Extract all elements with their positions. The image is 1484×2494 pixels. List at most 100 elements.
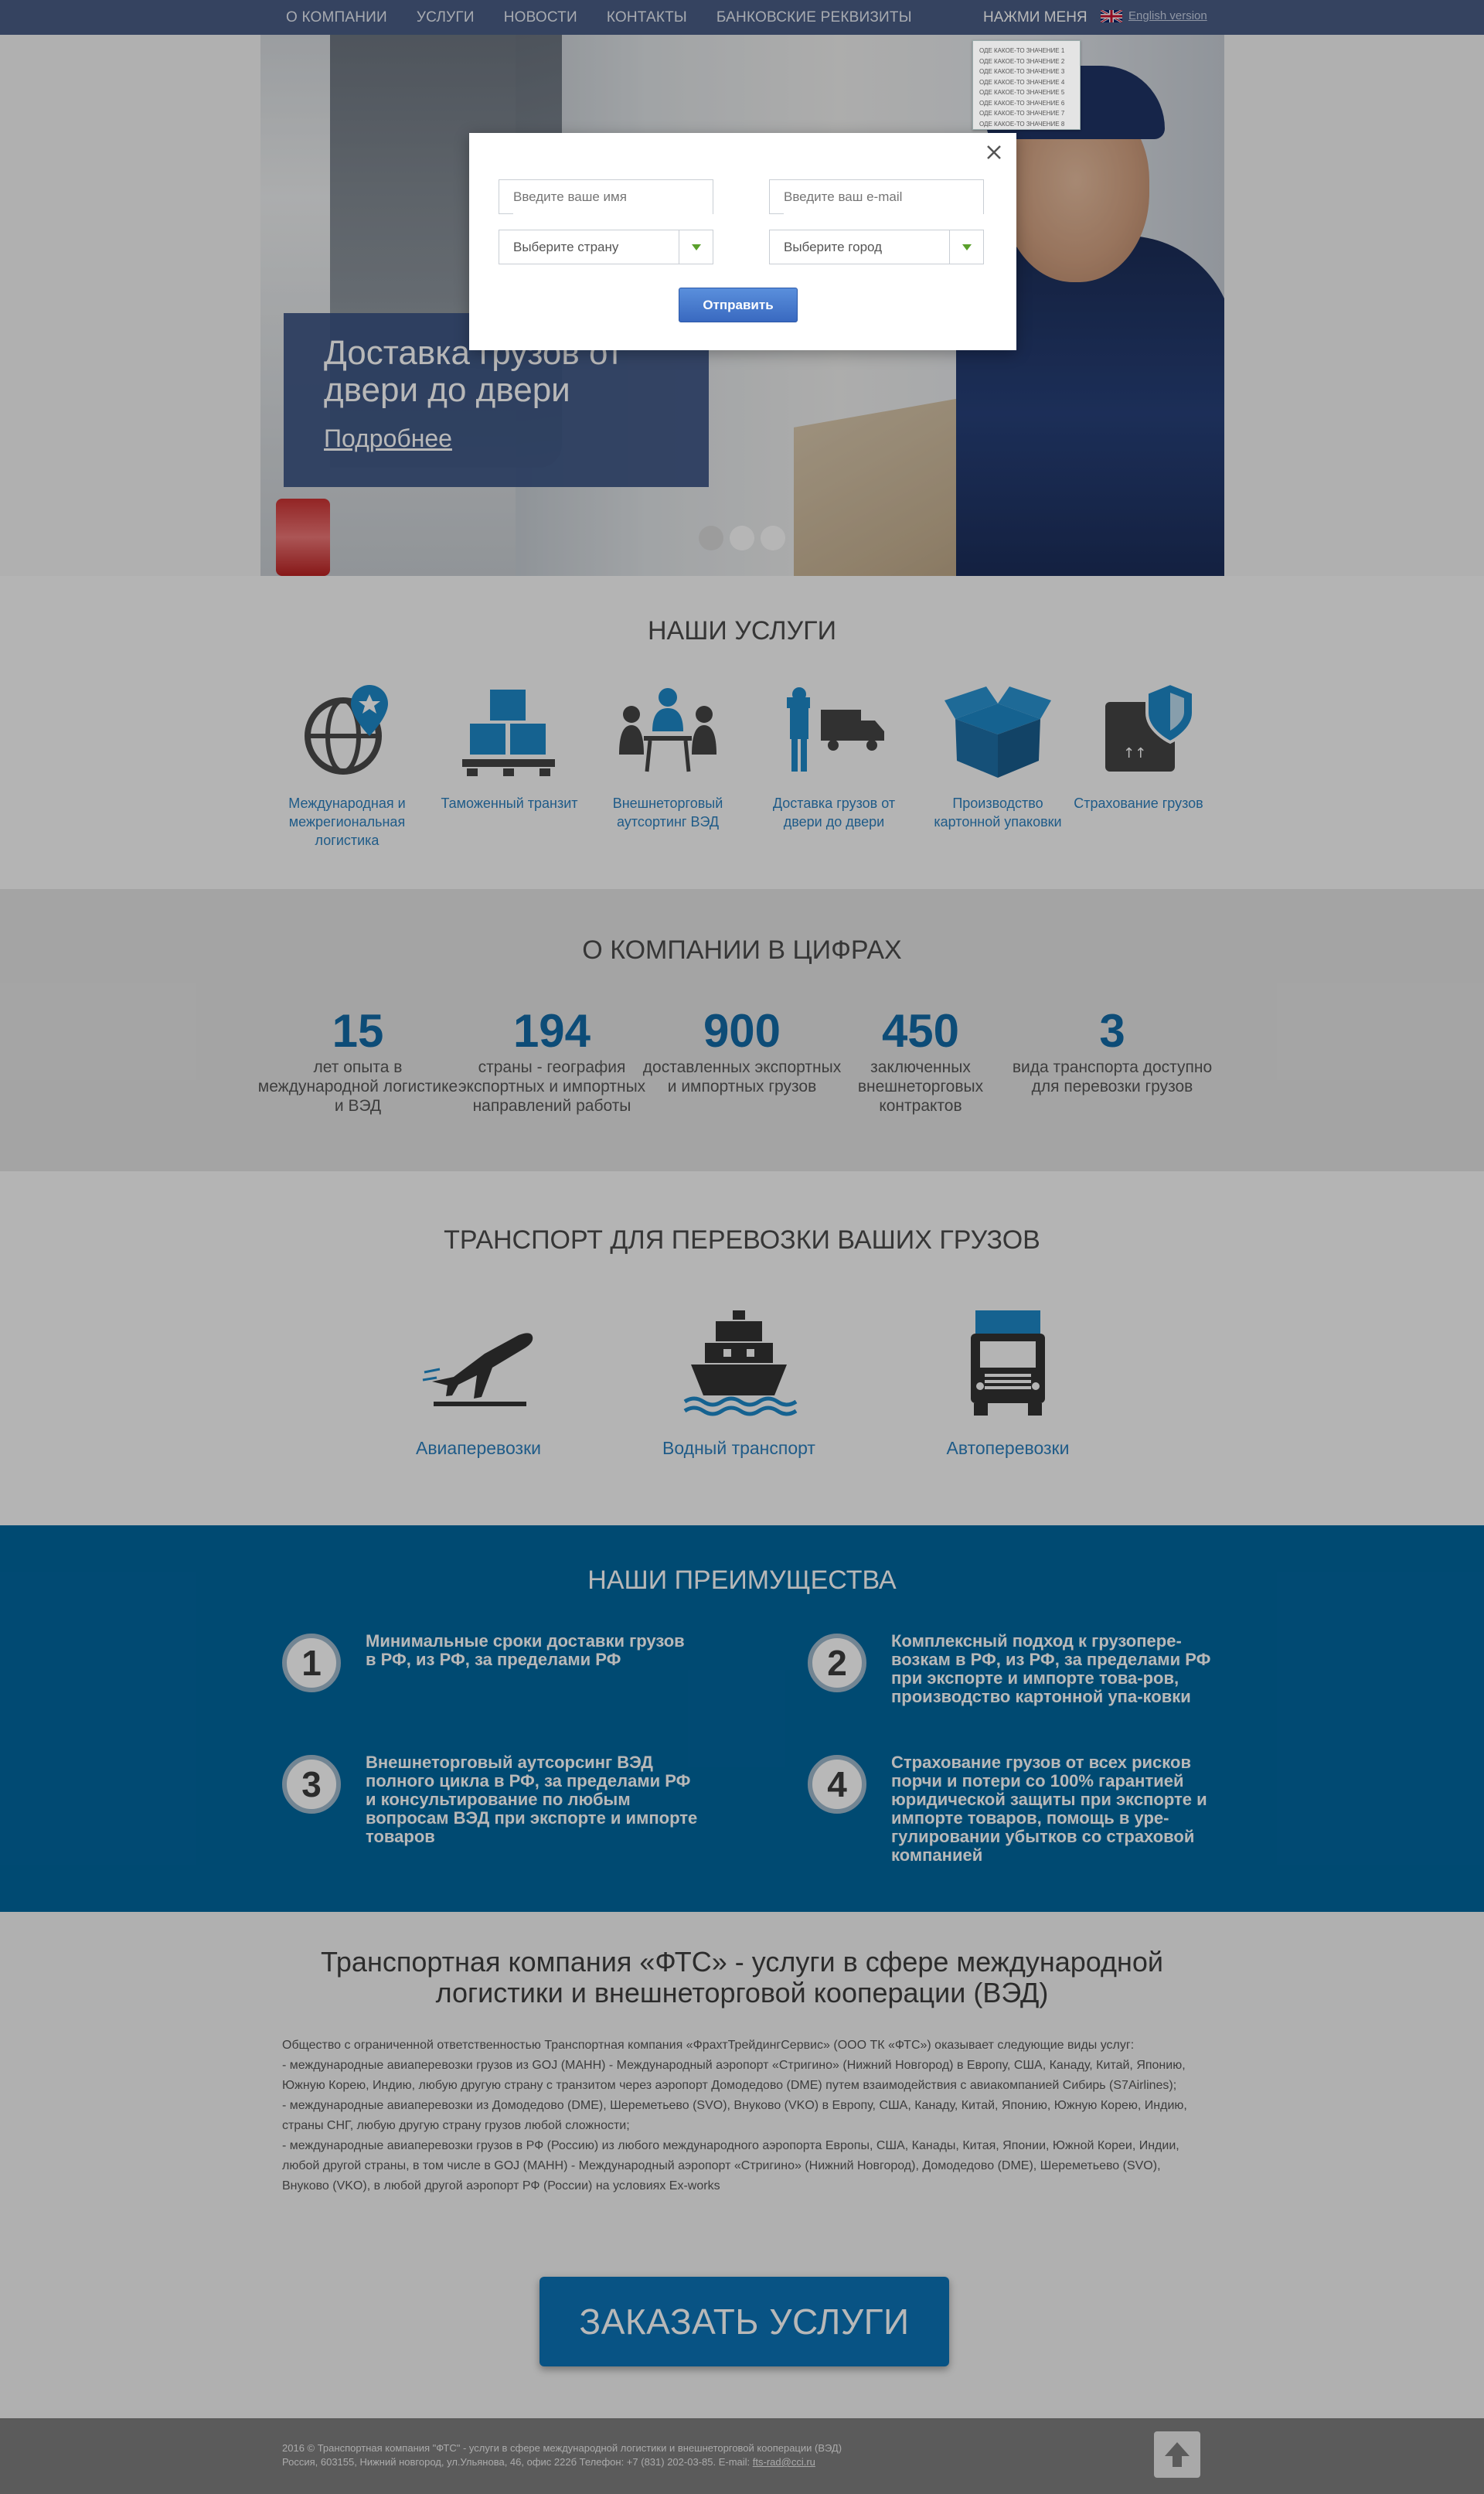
transport-item-road[interactable]: Автоперевозки [892,1310,1124,1459]
advantage-number: 1 [282,1634,341,1692]
services-title: НАШИ УСЛУГИ [647,616,837,646]
advantages-title: НАШИ ПРЕИМУЩЕСТВА [587,1566,897,1595]
stat-number: 194 [512,1005,591,1057]
service-item[interactable]: Международная и межрегиональная логистик… [270,680,424,850]
name-input[interactable] [513,180,713,214]
slider-dot-2[interactable] [730,526,754,550]
stat-number: 15 [332,1005,384,1057]
plane-icon [422,1333,533,1406]
submit-button[interactable]: Отправить [679,288,798,322]
city-select[interactable]: Выберите город [769,230,984,264]
dropdown-item[interactable]: ОДЕ КАКОЕ-ТО ЗНАЧЕНИЕ 6 [979,98,1074,109]
slider-dots [699,526,791,550]
transport-label: Авиаперевозки [416,1438,541,1458]
svg-text:↑↑: ↑↑ [1123,745,1146,761]
service-label: Страхование грузов [1074,796,1203,811]
stat-text: вида транспорта доступно для перевозки г… [1012,1058,1213,1095]
about-paragraph: - международные авиаперевозки из Домодед… [282,2099,1187,2132]
stat-number: 450 [881,1005,960,1057]
service-label: Таможенный транзит [441,796,578,811]
close-icon[interactable] [984,142,1004,162]
service-label: Доставка грузов от двери до двери [772,796,896,830]
advantage-number: 4 [808,1755,866,1814]
transport-section: ТРАНСПОРТ ДЛЯ ПЕРЕВОЗКИ ВАШИХ ГРУЗОВ Ави… [0,1171,1484,1525]
dropdown-item[interactable]: ОДЕ КАКОЕ-ТО ЗНАЧЕНИЕ 5 [979,87,1074,98]
service-item[interactable]: Внешнеторговый аутсортинг ВЭД [591,680,745,831]
service-label: Внешнеторговый аутсортинг ВЭД [612,796,723,830]
service-item[interactable]: Таможенный транзит [432,680,587,813]
order-services-button[interactable]: ЗАКАЗАТЬ УСЛУГИ [539,2277,949,2366]
meeting-icon [619,688,716,772]
email-input[interactable] [784,180,983,214]
boxes-pallet-icon [462,690,555,776]
transport-title: ТРАНСПОРТ ДЛЯ ПЕРЕВОЗКИ ВАШИХ ГРУЗОВ [444,1225,1040,1255]
dropdown-item[interactable]: ОДЕ КАКОЕ-ТО ЗНАЧЕНИЕ 4 [979,77,1074,88]
dropdown-item[interactable]: ОДЕ КАКОЕ-ТО ЗНАЧЕНИЕ 3 [979,66,1074,77]
transport-item-water[interactable]: Водный транспорт [623,1310,855,1459]
stat-item: 194 страны - география экспортных и импо… [448,1005,656,1116]
advantage-number: 2 [808,1634,866,1692]
stats-title: О КОМПАНИИ В ЦИФРАХ [582,935,902,965]
chevron-down-icon[interactable] [679,230,713,264]
english-version-link[interactable]: English version [1101,9,1207,22]
about-section: Транспортная компания «ФТС» - услуги в с… [0,1912,1484,2418]
advantage-text: Минимальные сроки доставки грузов в РФ, … [366,1631,685,1669]
about-paragraph: Общество с ограниченной ответственностью… [282,2039,1135,2052]
service-item[interactable]: Доставка грузов от двери до двери [757,680,911,831]
truck-icon [971,1310,1045,1416]
email-field [769,179,984,214]
hero-more-link[interactable]: Подробнее [324,424,452,453]
footer-address-text: Россия, 603155, Нижний новгород, ул.Улья… [282,2456,751,2468]
shield-box-icon: ↑↑ [1105,681,1195,772]
globe-pin-icon [305,685,388,775]
stat-item: 3 вида транспорта доступно для перевозки… [1008,1005,1217,1096]
city-select-value: Выберите город [784,240,883,254]
stat-text: заключенных внешнеторговых контрактов [857,1058,984,1115]
dropdown-item[interactable]: ОДЕ КАКОЕ-ТО ЗНАЧЕНИЕ 7 [979,108,1074,119]
slider-dot-3[interactable] [761,526,785,550]
nav-item-contacts[interactable]: Контакты [607,9,687,26]
stat-number: 900 [703,1005,781,1057]
dropdown-item[interactable]: ОДЕ КАКОЕ-ТО ЗНАЧЕНИЕ 1 [979,46,1074,56]
english-version-label: English version [1128,9,1207,22]
stat-text: лет опыта в международной логистике и ВЭ… [257,1058,458,1115]
service-label: Производство картонной упаковки [934,796,1062,830]
nav-item-services[interactable]: Услуги [417,9,475,26]
open-box-icon [945,687,1051,778]
name-field [499,179,713,214]
press-me-button[interactable]: НАЖМИ МЕНЯ [983,0,1087,35]
service-item[interactable]: Производство картонной упаковки [921,680,1075,831]
country-select[interactable]: Выберите страну [499,230,713,264]
service-item[interactable]: ↑↑ Страхование грузов [1061,680,1216,813]
dropdown-item[interactable]: ОДЕ КАКОЕ-ТО ЗНАЧЕНИЕ 2 [979,56,1074,67]
about-paragraph: - международные авиаперевозки грузов из … [282,2059,1186,2092]
footer-info: 2016 © Транспортная компания "ФТС" - усл… [282,2441,842,2469]
contact-modal: Выберите страну Выберите город Отправить [469,133,1016,350]
advantage-text: Страхование грузов от всех рисков порчи … [891,1753,1207,1865]
chevron-down-icon[interactable] [949,230,983,264]
advantage-text: Комплексный подход к грузопере-возкам в … [891,1631,1211,1706]
stat-item: 900 доставленных экспортных и импортных … [638,1005,846,1096]
nav-item-news[interactable]: Новости [504,9,577,26]
press-me-dropdown: ОДЕ КАКОЕ-ТО ЗНАЧЕНИЕ 1 ОДЕ КАКОЕ-ТО ЗНА… [972,40,1081,130]
stat-number: 3 [1099,1005,1125,1057]
transport-item-air[interactable]: Авиаперевозки [362,1310,594,1459]
stat-item: 450 заключенных внешнеторговых контракто… [816,1005,1025,1116]
about-body: Общество с ограниченной ответственностью… [282,2036,1210,2196]
stat-item: 15 лет опыта в международной логистике и… [254,1005,462,1116]
dropdown-item[interactable]: ОДЕ КАКОЕ-ТО ЗНАЧЕНИЕ 8 [979,119,1074,130]
nav-item-bank-details[interactable]: Банковские реквизиты [716,9,912,26]
top-nav: О компании Услуги Новости Контакты Банко… [0,0,1484,35]
transport-label: Автоперевозки [946,1438,1070,1458]
footer-email-link[interactable]: fts-rad@cci.ru [753,2456,815,2468]
footer: 2016 © Транспортная компания "ФТС" - усл… [0,2418,1484,2494]
main-menu: О компании Услуги Новости Контакты Банко… [286,0,941,35]
nav-item-about[interactable]: О компании [286,9,387,26]
scroll-top-button[interactable] [1154,2431,1200,2478]
footer-copyright: 2016 © Транспортная компания "ФТС" - усл… [282,2442,842,2454]
slider-dot-1[interactable] [699,526,723,550]
hero-taillight [276,499,330,576]
about-paragraph: - международные авиаперевозки грузов в Р… [282,2139,1179,2192]
courier-truck-icon [787,687,884,772]
advantage-text: Внешнеторговый аутсорсинг ВЭД полного ци… [366,1753,698,1846]
